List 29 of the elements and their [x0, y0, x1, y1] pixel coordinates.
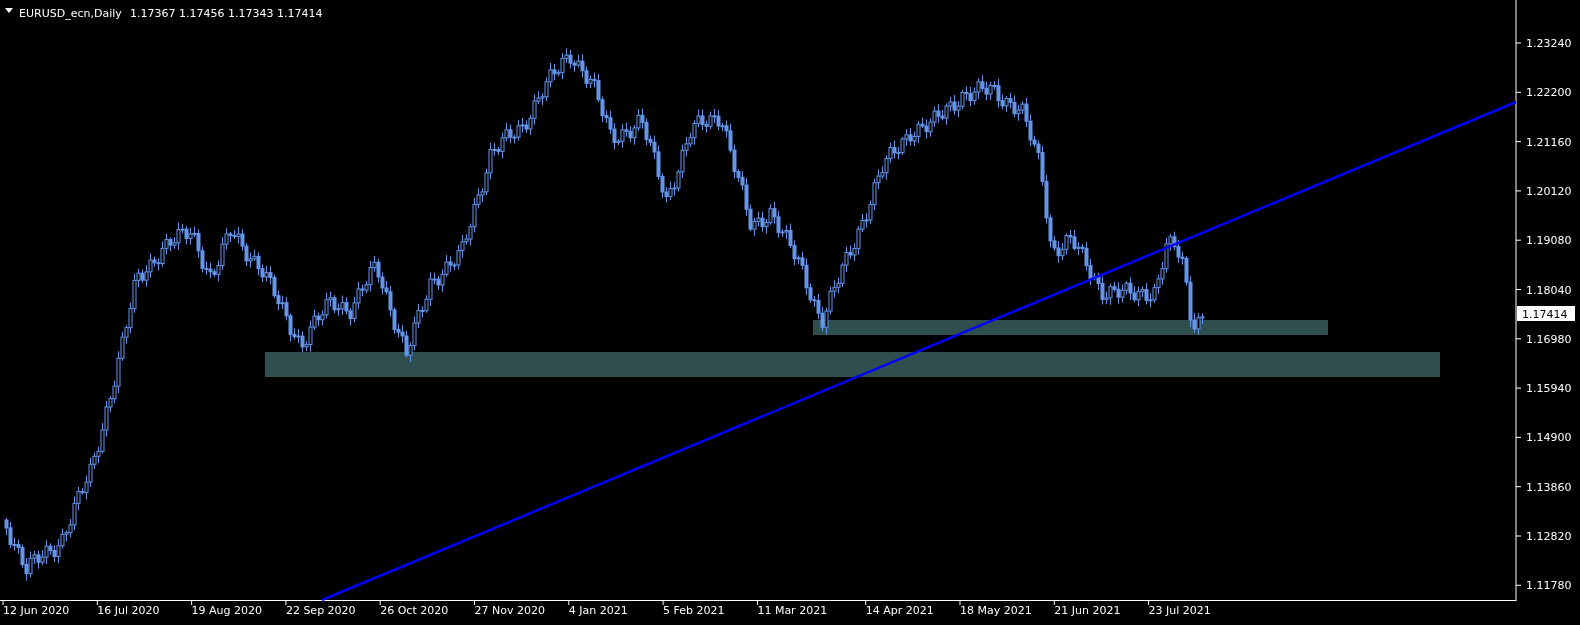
ohlc-values: 1.17367 1.17456 1.17343 1.17414 [130, 7, 323, 20]
date-label: 18 May 2021 [960, 604, 1032, 617]
date-label: 27 Nov 2020 [474, 604, 545, 617]
symbol-label: EURUSD_ecn,Daily [19, 7, 122, 20]
date-label: 11 Mar 2021 [757, 604, 828, 617]
date-label: 26 Oct 2020 [380, 604, 449, 617]
price-label: 1.22200 [1526, 86, 1572, 100]
date-label: 23 Jul 2021 [1148, 604, 1211, 617]
price-label: 1.20120 [1526, 184, 1572, 198]
current-price-tag: 1.17414 [1517, 306, 1575, 321]
date-label: 21 Jun 2021 [1054, 604, 1121, 617]
date-label: 19 Aug 2020 [191, 604, 263, 617]
date-label: 14 Apr 2021 [865, 604, 934, 617]
price-label: 1.19080 [1526, 234, 1572, 248]
price-label: 1.11780 [1526, 579, 1572, 593]
date-label: 12 Jun 2020 [3, 604, 70, 617]
date-label: 16 Jul 2020 [97, 604, 160, 617]
price-label: 1.13860 [1526, 480, 1572, 494]
price-label: 1.16980 [1526, 332, 1572, 346]
price-label: 1.23240 [1526, 37, 1572, 50]
date-label: 5 Feb 2021 [663, 604, 725, 617]
date-label: 22 Sep 2020 [285, 604, 356, 617]
price-label: 1.14900 [1526, 431, 1572, 445]
price-label: 1.15940 [1526, 382, 1572, 396]
dropdown-triangle-icon[interactable] [5, 8, 13, 13]
price-label: 1.21160 [1526, 135, 1572, 149]
price-label: 1.12820 [1526, 530, 1572, 543]
price-label: 1.18040 [1526, 283, 1572, 297]
date-label: 4 Jan 2021 [568, 604, 628, 617]
